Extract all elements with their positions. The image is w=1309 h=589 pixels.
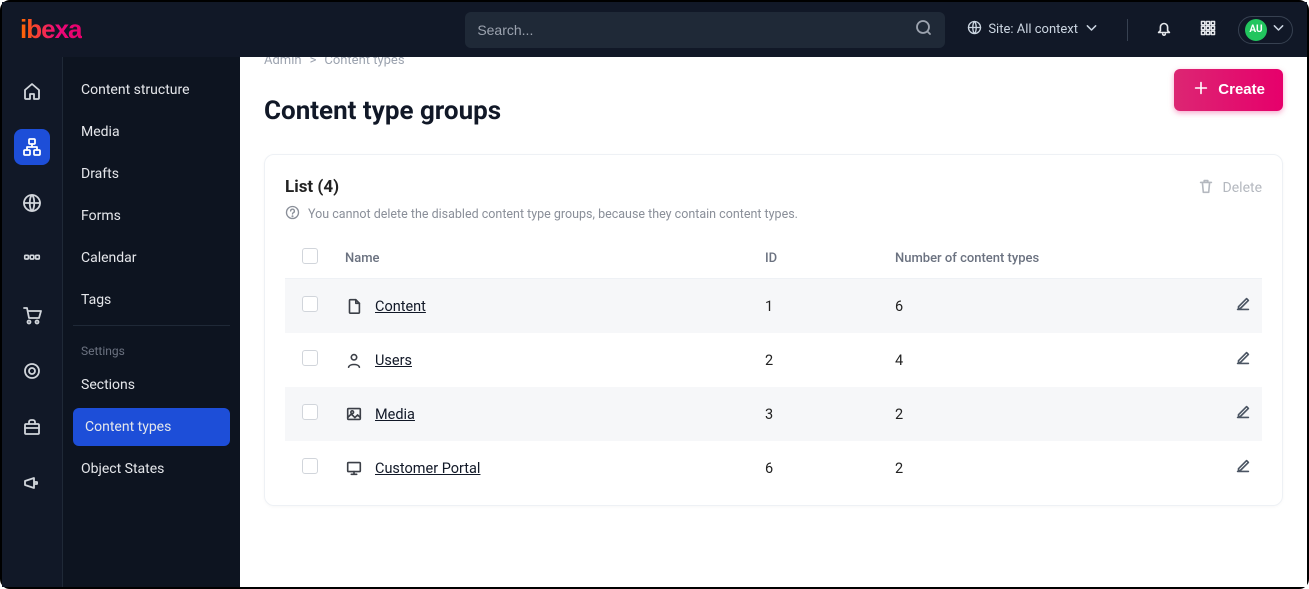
row-name-link[interactable]: Users	[375, 352, 412, 369]
table-row: Users 2 4	[285, 333, 1262, 387]
row-checkbox[interactable]	[302, 350, 318, 366]
notifications-button[interactable]	[1150, 16, 1178, 44]
sidebar: Content structure Media Drafts Forms Cal…	[62, 57, 240, 587]
row-name-link[interactable]: Media	[375, 406, 415, 423]
sidebar-item-calendar[interactable]: Calendar	[63, 237, 240, 279]
sidebar-item-tags[interactable]: Tags	[63, 279, 240, 321]
topbar-divider	[1127, 19, 1128, 41]
topbar: ibexa Site: All context AU	[2, 2, 1307, 57]
chevron-down-icon	[1084, 20, 1099, 39]
user-menu[interactable]: AU	[1238, 16, 1293, 44]
list-title: List (4)	[285, 177, 798, 197]
list-card: List (4) You cannot delete the disabled …	[264, 154, 1283, 506]
create-button[interactable]: Create	[1174, 69, 1283, 111]
user-icon	[345, 351, 363, 369]
site-context-label: Site: All context	[988, 22, 1078, 37]
image-icon	[345, 405, 363, 423]
column-id: ID	[755, 238, 885, 279]
edit-button[interactable]	[1234, 408, 1252, 425]
trash-icon	[1197, 177, 1215, 199]
row-checkbox[interactable]	[302, 296, 318, 312]
breadcrumb-parent[interactable]: Admin	[264, 57, 302, 68]
sidebar-item-sections[interactable]: Sections	[63, 364, 240, 406]
sidebar-settings-label: Settings	[63, 330, 240, 364]
globe-icon	[967, 20, 982, 39]
delete-button[interactable]: Delete	[1197, 177, 1262, 199]
create-button-label: Create	[1218, 81, 1265, 98]
rail-content[interactable]	[14, 129, 50, 165]
rail-briefcase[interactable]	[14, 409, 50, 445]
content-type-groups-table: Name ID Number of content types Content …	[285, 238, 1262, 495]
file-icon	[345, 297, 363, 315]
apps-button[interactable]	[1194, 16, 1222, 44]
sidebar-item-content-structure[interactable]: Content structure	[63, 69, 240, 111]
row-count: 2	[885, 441, 1202, 495]
rail-megaphone[interactable]	[14, 465, 50, 501]
sidebar-item-forms[interactable]: Forms	[63, 195, 240, 237]
nav-rail	[2, 57, 62, 587]
row-count: 2	[885, 387, 1202, 441]
search-box[interactable]	[465, 12, 945, 48]
edit-button[interactable]	[1234, 300, 1252, 317]
row-checkbox[interactable]	[302, 458, 318, 474]
rail-commerce[interactable]	[14, 297, 50, 333]
main-content: Admin > Content types Content type group…	[240, 57, 1307, 587]
rail-catalog[interactable]	[14, 241, 50, 277]
list-hint-text: You cannot delete the disabled content t…	[308, 207, 798, 222]
row-name-link[interactable]: Customer Portal	[375, 460, 480, 477]
row-checkbox[interactable]	[302, 404, 318, 420]
row-id: 3	[755, 387, 885, 441]
brand-logo[interactable]: ibexa	[20, 14, 82, 45]
rail-target[interactable]	[14, 353, 50, 389]
avatar: AU	[1245, 19, 1267, 41]
list-hint: You cannot delete the disabled content t…	[285, 205, 798, 224]
chevron-down-icon	[1271, 20, 1286, 39]
column-name: Name	[335, 238, 755, 279]
sidebar-item-media[interactable]: Media	[63, 111, 240, 153]
row-count: 6	[885, 279, 1202, 334]
edit-button[interactable]	[1234, 462, 1252, 479]
page-title: Content type groups	[264, 96, 501, 126]
monitor-icon	[345, 459, 363, 477]
sidebar-item-object-states[interactable]: Object States	[63, 448, 240, 490]
row-count: 4	[885, 333, 1202, 387]
site-context-selector[interactable]: Site: All context	[961, 20, 1105, 39]
sidebar-item-drafts[interactable]: Drafts	[63, 153, 240, 195]
sidebar-item-content-types[interactable]: Content types	[73, 408, 230, 446]
select-all-checkbox[interactable]	[302, 248, 318, 264]
column-count: Number of content types	[885, 238, 1202, 279]
delete-label: Delete	[1223, 180, 1262, 196]
row-id: 1	[755, 279, 885, 334]
table-row: Content 1 6	[285, 279, 1262, 334]
row-name-link[interactable]: Content	[375, 298, 426, 315]
plus-icon	[1192, 79, 1210, 101]
search-input[interactable]	[477, 22, 915, 38]
rail-globe[interactable]	[14, 185, 50, 221]
breadcrumb-sep: >	[310, 57, 317, 68]
grid-icon	[1199, 19, 1217, 41]
breadcrumb-current: Content types	[324, 57, 404, 68]
row-id: 2	[755, 333, 885, 387]
help-icon	[285, 205, 300, 224]
bell-icon	[1155, 19, 1173, 41]
table-row: Media 3 2	[285, 387, 1262, 441]
table-row: Customer Portal 6 2	[285, 441, 1262, 495]
row-id: 6	[755, 441, 885, 495]
rail-home[interactable]	[14, 73, 50, 109]
breadcrumb: Admin > Content types	[264, 57, 501, 68]
edit-button[interactable]	[1234, 354, 1252, 371]
search-icon	[915, 19, 933, 41]
